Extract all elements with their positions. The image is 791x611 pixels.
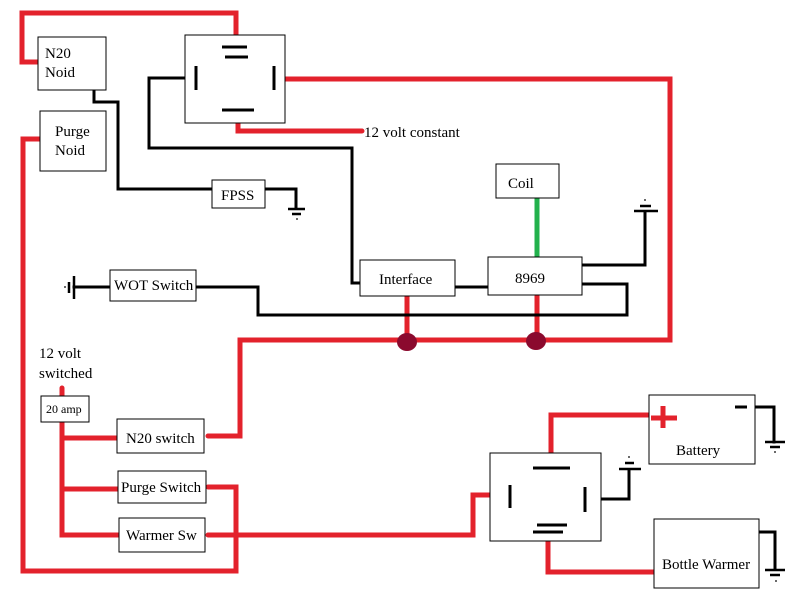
n2o-noid: N20 Noid bbox=[37, 36, 107, 91]
wiring-diagram: N20 Noid Purge Noid 12 volt constant FPS… bbox=[19, 10, 785, 589]
wot-switch: WOT Switch bbox=[109, 269, 197, 302]
wot-switch-label: WOT Switch bbox=[114, 278, 194, 294]
purge-noid-label-1: Purge bbox=[55, 124, 90, 140]
warmer-switch-label: Warmer Sw bbox=[126, 528, 197, 544]
wire-battery-ground bbox=[753, 405, 776, 444]
fpss-label: FPSS bbox=[221, 188, 254, 204]
ground-symbol-fpss bbox=[288, 207, 305, 220]
fpss: FPSS bbox=[211, 179, 266, 209]
ground-symbol-battery bbox=[765, 440, 785, 453]
junction-8969 bbox=[526, 332, 546, 350]
module-8969: 8969 bbox=[487, 256, 583, 296]
n2o-noid-label-1: N20 bbox=[45, 46, 71, 62]
label-12v-constant: 12 volt constant bbox=[364, 125, 461, 141]
bottle-warmer: Bottle Warmer bbox=[653, 518, 760, 589]
bottle-warmer-label: Bottle Warmer bbox=[662, 557, 750, 573]
n2o-switch-label: N20 switch bbox=[126, 431, 195, 447]
ground-symbol-relay bbox=[619, 456, 641, 471]
coil: Coil bbox=[495, 163, 560, 199]
label-12v-switched-1: 12 volt bbox=[39, 346, 82, 362]
junction-interface bbox=[397, 333, 417, 351]
battery-label: Battery bbox=[676, 443, 721, 459]
n2o-noid-label-2: Noid bbox=[45, 65, 76, 81]
bottom-relay bbox=[489, 452, 602, 542]
fuse-label: 20 amp bbox=[46, 402, 82, 416]
purge-switch-label: Purge Switch bbox=[121, 480, 202, 496]
interface: Interface bbox=[359, 259, 456, 297]
coil-label: Coil bbox=[508, 176, 534, 192]
purge-switch: Purge Switch bbox=[117, 470, 207, 504]
ground-symbol-warmer bbox=[765, 568, 785, 582]
interface-label: Interface bbox=[379, 272, 433, 288]
ground-symbol-8969 bbox=[634, 199, 658, 213]
wire-warmer-sw-to-relay bbox=[205, 492, 513, 538]
purge-noid-label-2: Noid bbox=[55, 143, 86, 159]
wire-fpss-ground bbox=[263, 187, 298, 210]
module-8969-label: 8969 bbox=[515, 271, 545, 287]
fuse-20-amp: 20 amp bbox=[40, 395, 90, 423]
warmer-switch: Warmer Sw bbox=[118, 517, 206, 553]
label-12v-switched-2: switched bbox=[39, 366, 93, 382]
purge-noid: Purge Noid bbox=[39, 110, 107, 172]
wire-8969-ground bbox=[579, 210, 647, 267]
top-relay bbox=[184, 34, 286, 124]
wire-warmer-ground bbox=[757, 530, 777, 571]
n2o-switch: N20 switch bbox=[116, 418, 205, 454]
battery: Battery bbox=[648, 394, 756, 465]
